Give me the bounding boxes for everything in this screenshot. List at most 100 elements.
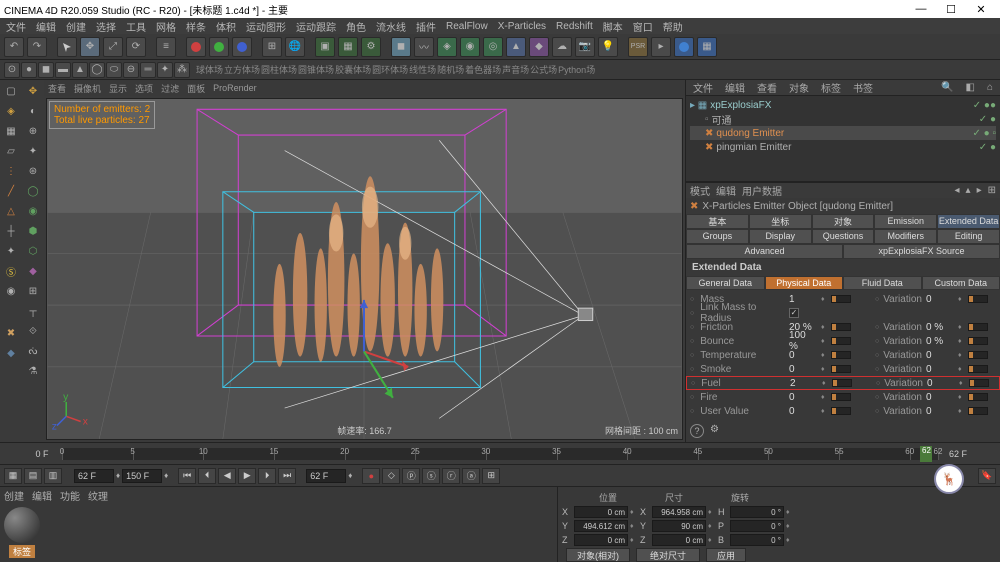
om-view[interactable]: 查看 (754, 80, 780, 95)
viewport-solo-icon[interactable]: ◉ (2, 282, 20, 300)
variation-slider[interactable] (968, 337, 988, 345)
def-3-icon[interactable]: ✦ (24, 142, 42, 160)
menu-character[interactable]: 角色 (342, 19, 370, 34)
coord-sys-icon[interactable]: ⊞ (262, 37, 282, 57)
move-icon[interactable]: ✥ (80, 37, 100, 57)
deformer-icon[interactable]: ◆ (529, 37, 549, 57)
light-icon[interactable]: 💡 (598, 37, 618, 57)
move-gizmo-icon[interactable]: ✥ (24, 82, 42, 100)
param-value-field[interactable]: 0 (789, 364, 817, 375)
tab-extended-data[interactable]: Extended Data (937, 214, 1000, 229)
layout3-icon[interactable]: ▥ (44, 468, 62, 484)
cone-field-icon[interactable]: ▲ (72, 62, 88, 78)
subtab-general[interactable]: General Data (686, 276, 765, 290)
high-icon[interactable] (674, 37, 694, 57)
settings-gear-icon[interactable]: ⚙ (710, 424, 719, 438)
def-1-icon[interactable]: ◐ (24, 102, 42, 120)
variation-slider[interactable] (969, 379, 989, 387)
tab-display[interactable]: Display (749, 229, 812, 244)
stepper-icon[interactable]: ♦ (958, 394, 964, 401)
stepper-icon[interactable]: ♦ (821, 366, 827, 373)
cube-field-icon[interactable]: ◼ (38, 62, 54, 78)
key-param-button[interactable]: ⓐ (462, 468, 480, 484)
variation-value-field[interactable]: 0 (926, 364, 954, 375)
am-prev-icon[interactable]: ◂ (955, 185, 960, 196)
frame-current-field[interactable]: 62 F (74, 469, 114, 483)
viewport-3d[interactable]: x y z Number of emitters: 2 Total live p… (46, 98, 683, 440)
autokey-button[interactable]: ◇ (382, 468, 400, 484)
param-slider[interactable] (831, 337, 851, 345)
tube-field-icon[interactable]: ⊖ (123, 62, 139, 78)
menu-tracker[interactable]: 运动跟踪 (292, 19, 340, 34)
subtab-physical[interactable]: Physical Data (765, 276, 844, 290)
tab-modifiers[interactable]: Modifiers (874, 229, 937, 244)
polygon-mode-icon[interactable]: △ (2, 202, 20, 220)
tree-item-explosia[interactable]: ▸ ▦xpExplosiaFX ✓ ●● (690, 98, 996, 112)
am-new-icon[interactable]: ⊞ (988, 185, 996, 196)
step-forward-button[interactable]: ⏵ (258, 468, 276, 484)
vp-camera[interactable]: 摄像机 (74, 82, 101, 95)
tree-item-qudong[interactable]: ✖qudong Emitter ✓ ● ▫ (690, 126, 996, 140)
menu-spline[interactable]: 样条 (182, 19, 210, 34)
timeline[interactable]: 0 F 0510152025303540455055606262 62 F (0, 442, 1000, 464)
object-mode-icon[interactable]: ◈ (2, 102, 20, 120)
size-field[interactable]: 90 cm (652, 520, 706, 532)
snap-icon[interactable]: Ⓢ (2, 262, 20, 280)
def-12-icon[interactable]: ⟐ (24, 322, 42, 340)
menu-xparticles[interactable]: X-Particles (494, 21, 550, 32)
record-button[interactable]: ● (362, 468, 380, 484)
tab-object[interactable]: 对象 (812, 214, 875, 229)
param-slider[interactable] (831, 295, 851, 303)
om-edit[interactable]: 编辑 (722, 80, 748, 95)
param-slider[interactable] (831, 407, 851, 415)
coord-mode2-dropdown[interactable]: 绝对尺寸 (636, 548, 700, 562)
param-slider[interactable] (831, 393, 851, 401)
tab-advanced[interactable]: Advanced (686, 244, 843, 259)
am-edit[interactable]: 编辑 (716, 183, 736, 198)
environment-icon[interactable]: ☁ (552, 37, 572, 57)
stepper-icon[interactable]: ♦ (958, 338, 964, 345)
mat-function[interactable]: 功能 (60, 488, 80, 503)
capsule-field-icon[interactable]: ⬭ (106, 62, 122, 78)
torus-field-icon[interactable]: ◯ (89, 62, 105, 78)
spline-primitive-icon[interactable]: 〰 (414, 37, 434, 57)
variation-slider[interactable] (968, 393, 988, 401)
tab-groups[interactable]: Groups (686, 229, 749, 244)
menu-window[interactable]: 窗口 (629, 19, 657, 34)
variation-slider[interactable] (968, 351, 988, 359)
tab-editing[interactable]: Editing (937, 229, 1000, 244)
variation-value-field[interactable]: 0 (926, 392, 954, 403)
menu-pipeline[interactable]: 流水线 (372, 19, 410, 34)
frame-total-field[interactable]: 150 F (122, 469, 162, 483)
rot-field[interactable]: 0 ° (730, 506, 784, 518)
stepper-icon[interactable]: ♦ (821, 338, 827, 345)
param-slider[interactable] (831, 365, 851, 373)
point-mode-icon[interactable]: ⋮ (2, 162, 20, 180)
menu-mesh[interactable]: 网格 (152, 19, 180, 34)
menu-tools[interactable]: 工具 (122, 19, 150, 34)
am-next-icon[interactable]: ▸ (977, 185, 982, 196)
stepper-icon[interactable]: ♦ (958, 296, 964, 303)
redo-icon[interactable]: ↷ (27, 37, 47, 57)
xp-icon2[interactable]: ◆ (2, 344, 20, 362)
cube-primitive-icon[interactable]: ◼ (391, 37, 411, 57)
pos-field[interactable]: 0 cm (574, 534, 628, 546)
om-file[interactable]: 文件 (690, 80, 716, 95)
om-object[interactable]: 对象 (786, 80, 812, 95)
am-up-icon[interactable]: ▴ (966, 185, 971, 196)
variation-slider[interactable] (968, 295, 988, 303)
undo-icon[interactable]: ↶ (4, 37, 24, 57)
menu-volume[interactable]: 体积 (212, 19, 240, 34)
param-value-field[interactable]: 0 (789, 350, 817, 361)
mat-create[interactable]: 创建 (4, 488, 24, 503)
stepper-icon[interactable]: ♦ (958, 366, 964, 373)
variation-slider[interactable] (968, 323, 988, 331)
tree-item-pingmian[interactable]: ✖pingmian Emitter ✓ ● (690, 140, 996, 154)
menu-realflow[interactable]: RealFlow (442, 21, 492, 32)
variation-value-field[interactable]: 0 (926, 294, 954, 305)
param-slider[interactable] (832, 379, 852, 387)
def-14-icon[interactable]: ⚗ (24, 362, 42, 380)
def-7-icon[interactable]: ⬢ (24, 222, 42, 240)
layout2-icon[interactable]: ▤ (24, 468, 42, 484)
psr-arrow-icon[interactable]: ▸ (651, 37, 671, 57)
